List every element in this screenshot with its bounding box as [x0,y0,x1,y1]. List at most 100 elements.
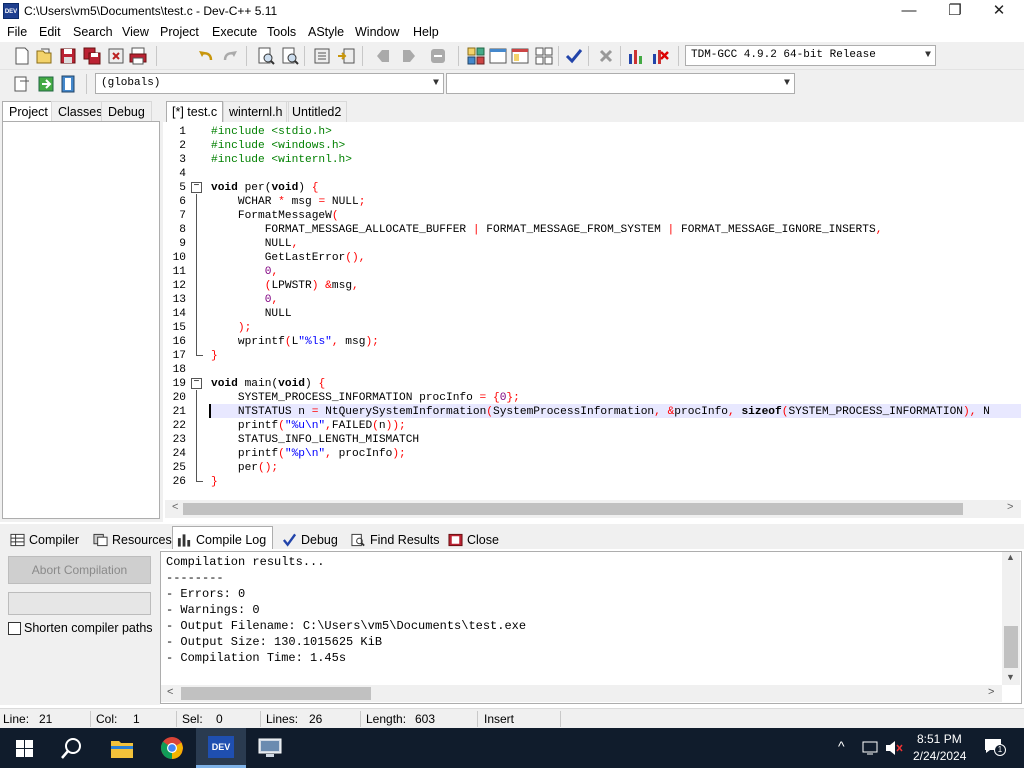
close-window-button[interactable]: ✕ [976,0,1022,23]
goto-back-icon[interactable] [374,46,394,66]
tab-resources[interactable]: Resources [88,526,179,549]
line-number: 23 [172,434,186,446]
tab-project[interactable]: Project [2,101,55,122]
compiler-select[interactable]: TDM-GCC 4.9.2 64-bit Release ▼ [685,45,936,66]
network-icon[interactable] [862,740,880,756]
search-icon[interactable] [60,736,84,760]
devcpp-app-icon[interactable]: DEV [3,3,19,19]
clock-date[interactable]: 2/24/2024 [913,749,966,763]
open-file-icon[interactable] [34,46,54,66]
menu-tools[interactable]: Tools [267,25,296,39]
menu-window[interactable]: Window [355,25,399,39]
undo-icon[interactable] [196,46,216,66]
replace-icon[interactable] [280,46,300,66]
check-syntax-icon[interactable] [564,46,584,66]
scroll-up-icon[interactable]: ▲ [1006,552,1015,562]
member-select[interactable]: ▼ [446,73,795,94]
notification-center-icon[interactable]: 1 [984,738,1006,756]
log-horizontal-scrollbar[interactable]: < > [161,685,1002,702]
scroll-left-icon[interactable]: < [167,686,173,698]
code-line: printf("%u\n",FAILED(n)); [211,420,406,432]
tab-find-results[interactable]: Find Results [346,526,446,549]
window-title: C:\Users\vm5\Documents\test.c - Dev-C++ … [24,4,278,18]
goto-bookmark-icon[interactable] [58,74,78,94]
scroll-right-icon[interactable]: > [988,686,994,698]
maximize-button[interactable]: ❐ [932,0,978,23]
unindent-icon[interactable] [336,46,356,66]
profile-chart-icon[interactable] [626,46,646,66]
scroll-right-icon[interactable]: > [1007,501,1013,513]
abort-compilation-button[interactable]: Abort Compilation [8,556,151,584]
fold-toggle-main[interactable]: − [191,378,202,389]
minimize-button[interactable]: — [886,0,932,23]
status-length-label: Length: [366,712,407,726]
menu-view[interactable]: View [122,25,149,39]
menu-file[interactable]: File [7,25,27,39]
shorten-paths-label: Shorten compiler paths [24,621,153,635]
scope-select[interactable]: (globals) ▼ [95,73,444,94]
taskbar: DEV ^ 8:51 PM 2/24/2024 1 [0,728,1024,768]
tab-debug-left[interactable]: Debug [101,101,152,122]
tab-compile-log[interactable]: Compile Log [172,526,274,549]
redo-icon[interactable] [220,46,240,66]
menu-help[interactable]: Help [413,25,439,39]
code-line: FORMAT_MESSAGE_ALLOCATE_BUFFER | FORMAT_… [211,224,883,236]
log-hscroll-thumb[interactable] [181,687,371,700]
compile-log-output[interactable]: Compilation results... -------- - Errors… [160,551,1022,704]
chevron-up-icon[interactable]: ^ [838,738,845,754]
close-panel-icon [448,533,463,546]
file-explorer-icon[interactable] [110,737,134,759]
menu-project[interactable]: Project [160,25,199,39]
find-icon[interactable] [256,46,276,66]
print-icon[interactable] [128,46,148,66]
code-line: printf("%p\n", procInfo); [211,448,406,460]
scroll-down-icon[interactable]: ▼ [1006,672,1015,682]
menu-edit[interactable]: Edit [39,25,61,39]
save-icon[interactable] [58,46,78,66]
devcpp-taskbar-button[interactable]: DEV [196,728,246,768]
save-all-icon[interactable] [82,46,102,66]
code-line: GetLastError(), [211,252,366,264]
menu-astyle[interactable]: AStyle [308,25,344,39]
class-browser-icon[interactable] [510,46,530,66]
toggle-bookmark-icon[interactable] [36,74,56,94]
tab-test-c[interactable]: [*] test.c [166,101,224,122]
line-number: 2 [179,140,186,152]
log-vertical-scrollbar[interactable]: ▲ ▼ [1002,552,1020,685]
windows-start-icon[interactable] [16,740,33,757]
shorten-paths-checkbox[interactable] [8,622,21,635]
stop-execution-icon[interactable] [596,46,616,66]
close-file-icon[interactable] [106,46,126,66]
project-tree[interactable] [2,121,160,519]
clock-time[interactable]: 8:51 PM [917,732,962,746]
volume-muted-icon[interactable] [884,740,904,756]
tile-windows-icon[interactable] [534,46,554,66]
line-number: 14 [172,308,186,320]
remote-desktop-icon[interactable] [257,737,283,759]
log-vscroll-thumb[interactable] [1004,626,1018,668]
scroll-left-icon[interactable]: < [172,501,178,513]
menu-search[interactable]: Search [73,25,113,39]
line-number: 4 [179,168,186,180]
chrome-icon[interactable] [160,736,184,760]
goto-line-icon[interactable] [428,46,448,66]
tab-winternl-h[interactable]: winternl.h [223,101,289,122]
line-number: 17 [172,350,186,362]
insert-icon[interactable] [12,74,32,94]
menu-execute[interactable]: Execute [212,25,257,39]
code-editor[interactable]: 1 #include <stdio.h> 2 #include <windows.h>… [165,122,1021,500]
delete-profile-icon[interactable] [650,46,670,66]
bottom-tabs: Compiler Resources Compile Log Debug Fin… [0,524,1024,549]
goto-forward-icon[interactable] [398,46,418,66]
new-project-icon[interactable] [466,46,486,66]
tab-untitled2[interactable]: Untitled2 [286,101,348,122]
tab-debug[interactable]: Debug [277,526,345,549]
editor-scroll-thumb[interactable] [183,503,963,515]
new-file-icon[interactable] [12,46,32,66]
fullscreen-icon[interactable] [488,46,508,66]
status-col-label: Col: [96,712,118,726]
tab-close[interactable]: Close [443,526,506,549]
fold-toggle-per[interactable]: − [191,182,202,193]
indent-icon[interactable] [312,46,332,66]
tab-compiler[interactable]: Compiler [5,526,86,549]
